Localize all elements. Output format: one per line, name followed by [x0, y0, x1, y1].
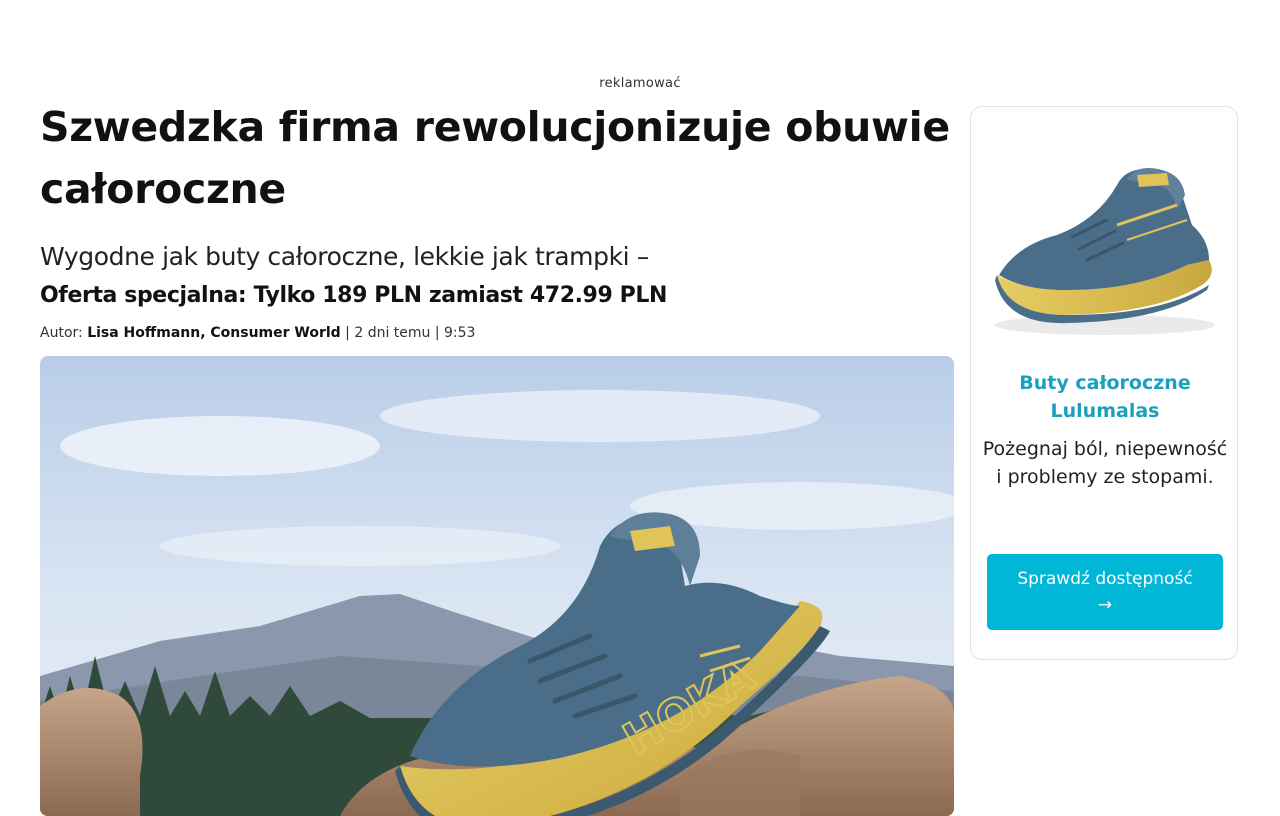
offer-text: Oferta specjalna: Tylko 189 PLN zamiast … — [40, 283, 667, 308]
ad-label: reklamować — [599, 76, 681, 91]
check-availability-label: Sprawdź dostępność — [1017, 569, 1193, 589]
sidebar-product-title[interactable]: Buty całoroczne Lulumalas — [991, 369, 1219, 425]
arrow-right-icon: → — [1097, 595, 1113, 615]
byline: Autor: Lisa Hoffmann, Consumer World | 2… — [40, 324, 954, 342]
article-subtitle: Wygodne jak buty całoroczne, lekkie jak … — [40, 242, 649, 271]
article-title: Szwedzka firma rewolucjonizuje obuwie ca… — [40, 96, 954, 220]
byline-prefix: Autor: — [40, 325, 88, 341]
sidebar-ad-card[interactable]: Buty całoroczne Lulumalas Pożegnaj ból, … — [970, 106, 1238, 660]
article-header: Szwedzka firma rewolucjonizuje obuwie ca… — [40, 96, 954, 342]
byline-meta: | 2 dni temu | 9:53 — [340, 325, 476, 341]
article-title-line1: Szwedzka firma rewolucjonizuje obuwie — [40, 103, 950, 151]
product-image[interactable] — [987, 165, 1223, 345]
hero-image: HOKA — [40, 356, 954, 816]
byline-author: Lisa Hoffmann, Consumer World — [87, 325, 341, 341]
check-availability-button[interactable]: Sprawdź dostępność → — [987, 554, 1223, 630]
sidebar-product-text: Pożegnaj ból, niepewność i problemy ze s… — [982, 438, 1228, 488]
article-title-line2: całoroczne — [40, 165, 286, 213]
